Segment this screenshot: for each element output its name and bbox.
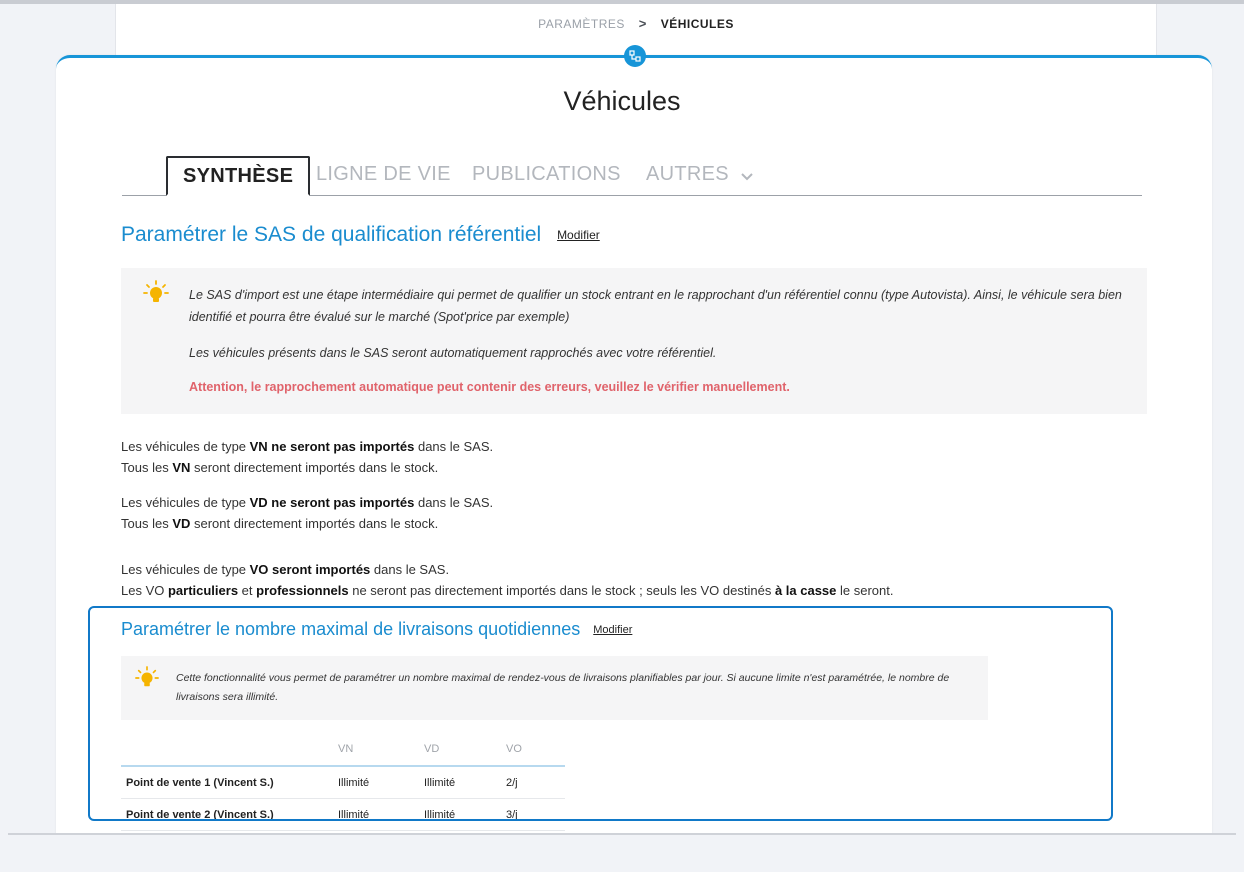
sas-title-text: Paramétrer le SAS de qualification référ… [121,223,542,246]
deliveries-title-text: Paramétrer le nombre maximal de livraiso… [121,619,581,639]
limit-vn: Illimité [338,776,370,789]
point-de-vente-name: Point de vente 1 (Vincent S.) [126,776,274,789]
sas-info-text-1: Le SAS d'import est une étape intermédia… [189,288,1122,324]
rule-vo: Les véhicules de type VO seront importés… [121,559,893,601]
sas-info-box: Le SAS d'import est une étape intermédia… [121,268,1147,414]
sas-section-title: Paramétrer le SAS de qualification référ… [121,223,600,247]
table-row: Point de vente 1 (Vincent S.) Illimité I… [121,766,565,799]
tab-ligne-de-vie[interactable]: LIGNE DE VIE [316,156,451,195]
rule-vd-line-2: Tous les VD seront directement importés … [121,516,439,531]
deliveries-modify-link[interactable]: Modifier [593,624,632,636]
tab-publications[interactable]: PUBLICATIONS [472,156,621,195]
sas-warning-text: Attention, le rapprochement automatique … [189,380,790,394]
limit-vo: 2/j [506,776,518,789]
page-footer-area [0,835,1244,872]
limit-vn: Illimité [338,808,370,821]
breadcrumb-parent[interactable]: PARAMÈTRES [538,17,625,31]
tab-autres[interactable]: AUTRES [646,156,753,195]
table-row: Point de vente 2 (Vincent S.) Illimité I… [121,799,565,831]
chevron-down-icon [741,157,753,193]
point-de-vente-name: Point de vente 2 (Vincent S.) [126,808,274,821]
lightbulb-icon [135,666,159,693]
table-header-row: VN VD VO [121,733,565,766]
rule-vd-line-1: Les véhicules de type VD ne seront pas i… [121,495,494,510]
breadcrumb: PARAMÈTRES > VÉHICULES [116,16,1156,31]
deliveries-section-title: Paramétrer le nombre maximal de livraiso… [121,619,632,640]
breadcrumb-current: VÉHICULES [660,17,734,31]
limit-vd: Illimité [424,776,456,789]
table-header-name [121,733,337,766]
table-header-vn: VN [338,743,354,755]
lightbulb-icon [143,280,169,309]
tab-synthese[interactable]: SYNTHÈSE [166,156,311,196]
page-title: Véhicules [563,86,681,116]
tab-autres-label: AUTRES [646,163,729,185]
rule-vn: Les véhicules de type VN ne seront pas i… [121,436,493,478]
sas-info-text-2: Les véhicules présents dans le SAS seron… [189,346,717,360]
limit-vo: 3/j [506,808,518,821]
deliveries-info-box: Cette fonctionnalité vous permet de para… [121,656,988,720]
table-header-vd: VD [424,743,440,755]
tab-bar: SYNTHÈSE LIGNE DE VIE PUBLICATIONS AUTRE… [122,156,1142,196]
deliveries-table: VN VD VO Point de vente 1 (Vincent S.) I… [121,733,565,831]
table-header-vo: VO [506,743,522,755]
rule-vn-line-1: Les véhicules de type VN ne seront pas i… [121,439,494,454]
sas-modify-link[interactable]: Modifier [557,228,600,242]
network-icon [624,45,646,67]
deliveries-info-text: Cette fonctionnalité vous permet de para… [176,672,950,703]
breadcrumb-separator: > [638,16,647,31]
limit-vd: Illimité [424,808,456,821]
rule-vo-line-1: Les véhicules de type VO seront importés… [121,562,450,577]
rule-vo-line-2: Les VO particuliers et professionnels ne… [121,583,894,598]
rule-vn-line-2: Tous les VN seront directement importés … [121,460,439,475]
rule-vd: Les véhicules de type VD ne seront pas i… [121,492,493,534]
